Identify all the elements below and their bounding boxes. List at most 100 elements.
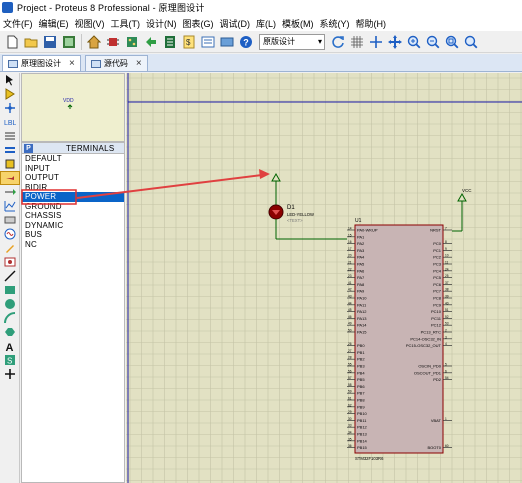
overview-label: VDD — [63, 98, 74, 104]
line-tool-icon[interactable] — [0, 269, 20, 283]
subcircuit-icon[interactable] — [0, 157, 20, 171]
mcu-pin-number: 22 — [348, 267, 352, 271]
mcu-pin-number: 14 — [348, 227, 352, 231]
terminal-item-chassis[interactable]: CHASSIS — [22, 211, 124, 221]
mcu-pin-name: PA5 — [357, 262, 365, 267]
menu-item[interactable]: 库(L) — [253, 17, 279, 30]
terminal-item-power[interactable]: POWER — [22, 192, 124, 202]
mcu-pin-number: 28 — [348, 356, 352, 360]
selection-mode-icon[interactable] — [0, 73, 20, 87]
menu-item[interactable]: 视图(V) — [72, 17, 108, 30]
schematic-canvas[interactable]: D1 LED-YELLOW <TEXT> VCC U1 STM32F103R6 PA0-WK… — [126, 73, 522, 483]
design-explorer-icon[interactable] — [199, 33, 217, 51]
terminal-item-bus[interactable]: BUS — [22, 230, 124, 240]
menu-item[interactable]: 文件(F) — [0, 17, 36, 30]
menu-item[interactable]: 系统(Y) — [317, 17, 353, 30]
text-tool-icon[interactable]: A — [0, 339, 20, 353]
virtual-instrument-icon[interactable] — [0, 255, 20, 269]
symbol-tool-icon[interactable]: S — [0, 353, 20, 367]
menu-item[interactable]: 工具(T) — [108, 17, 144, 30]
overview-window[interactable]: VDD — [21, 73, 125, 142]
zoom-area-icon[interactable] — [462, 33, 480, 51]
mcu-pin-number: 7 — [445, 227, 447, 231]
close-tab-icon[interactable]: × — [136, 58, 142, 69]
design-variant-select[interactable]: 原版设计 ▾ — [259, 33, 325, 50]
pick-devices-button[interactable]: P — [24, 143, 33, 153]
bom-icon[interactable] — [161, 33, 179, 51]
mcu-pin-name: PB3 — [357, 364, 365, 369]
terminal-item-input[interactable]: INPUT — [22, 164, 124, 174]
marker-tool-icon[interactable] — [0, 367, 20, 381]
mcu-pin-number: 41 — [348, 281, 352, 285]
close-tab-icon[interactable]: × — [69, 58, 75, 69]
terminal-item-ground[interactable]: GROUND — [22, 202, 124, 212]
open-icon[interactable] — [22, 33, 40, 51]
tape-recorder-icon[interactable] — [0, 213, 20, 227]
schematic-tab-icon — [8, 59, 18, 68]
box-tool-icon[interactable] — [0, 283, 20, 297]
schematic-icon[interactable] — [104, 33, 122, 51]
generator-icon[interactable] — [0, 227, 20, 241]
zoom-in-icon[interactable] — [405, 33, 423, 51]
terminal-item-output[interactable]: OUTPUT — [22, 173, 124, 183]
mcu-pin-number: 35 — [348, 437, 352, 441]
close-icon[interactable] — [60, 33, 78, 51]
terminal-item-nc[interactable]: NC — [22, 240, 124, 250]
junction-dot-icon[interactable] — [0, 101, 20, 115]
3d-icon[interactable] — [218, 33, 236, 51]
refresh-icon[interactable] — [329, 33, 347, 51]
mcu-pin-name: PC3 — [433, 262, 442, 267]
circle-tool-icon[interactable] — [0, 297, 20, 311]
source-icon[interactable]: $ — [180, 33, 198, 51]
terminals-mode-icon[interactable] — [0, 171, 20, 185]
menu-item[interactable]: 图表(G) — [180, 17, 217, 30]
tab-source-code[interactable]: 源代码 × — [84, 55, 148, 71]
bus-icon[interactable] — [0, 143, 20, 157]
mcu-pin-number: 45 — [348, 308, 352, 312]
origin-icon[interactable] — [367, 33, 385, 51]
save-icon[interactable] — [41, 33, 59, 51]
home-icon[interactable] — [85, 33, 103, 51]
gerber-icon[interactable] — [142, 33, 160, 51]
mcu-pin-name: PC13_RTC — [421, 330, 441, 335]
device-pins-icon[interactable] — [0, 185, 20, 199]
svg-text:A: A — [6, 342, 14, 352]
mcu-pin-name: BOOT0 — [427, 445, 441, 450]
menu-item[interactable]: 设计(N) — [143, 17, 180, 30]
grid-icon[interactable] — [348, 33, 366, 51]
mcu-pin-number: 30 — [348, 417, 352, 421]
terminal-item-dynamic[interactable]: DYNAMIC — [22, 221, 124, 231]
mcu-part-name: STM32F103R6 — [355, 456, 384, 461]
graph-mode-icon[interactable] — [0, 199, 20, 213]
window-title: Project - Proteus 8 Professional - 原理图设计 — [17, 3, 205, 13]
menu-item[interactable]: 调试(D) — [217, 17, 254, 30]
menu-item[interactable]: 帮助(H) — [353, 17, 390, 30]
help-icon[interactable]: ? — [237, 33, 255, 51]
menu-item[interactable]: 模板(M) — [279, 17, 317, 30]
pcb-icon[interactable] — [123, 33, 141, 51]
zoom-out-icon[interactable] — [424, 33, 442, 51]
mcu-pin-name: PB2 — [357, 357, 365, 362]
mcu-pin-name: PA12 — [357, 309, 367, 314]
terminal-item-bidir[interactable]: BIDIR — [22, 183, 124, 193]
mcu-pin-number: 42 — [348, 288, 352, 292]
mcu-pin-name: PC7 — [433, 289, 442, 294]
component-mode-icon[interactable] — [0, 87, 20, 101]
mcu-pin-name: PB14 — [357, 438, 368, 443]
path-tool-icon[interactable] — [0, 325, 20, 339]
menu-item[interactable]: 编辑(E) — [36, 17, 72, 30]
new-icon[interactable] — [3, 33, 21, 51]
zoom-all-icon[interactable] — [443, 33, 461, 51]
tab-schematic[interactable]: 原理图设计 × — [2, 55, 81, 71]
led-reference: D1 — [287, 205, 295, 211]
mcu-pin-number: 29 — [348, 410, 352, 414]
mcu-pin-name: PA15 — [357, 330, 367, 335]
text-script-icon[interactable] — [0, 129, 20, 143]
pan-icon[interactable] — [386, 33, 404, 51]
terminal-item-default[interactable]: DEFAULT — [22, 154, 124, 164]
wire-label-icon[interactable]: LBL — [0, 115, 20, 129]
mcu-pin-name: PC0 — [433, 241, 442, 246]
arc-tool-icon[interactable] — [0, 311, 20, 325]
mcu-pin-number: 8 — [445, 240, 447, 244]
voltage-probe-icon[interactable] — [0, 241, 20, 255]
